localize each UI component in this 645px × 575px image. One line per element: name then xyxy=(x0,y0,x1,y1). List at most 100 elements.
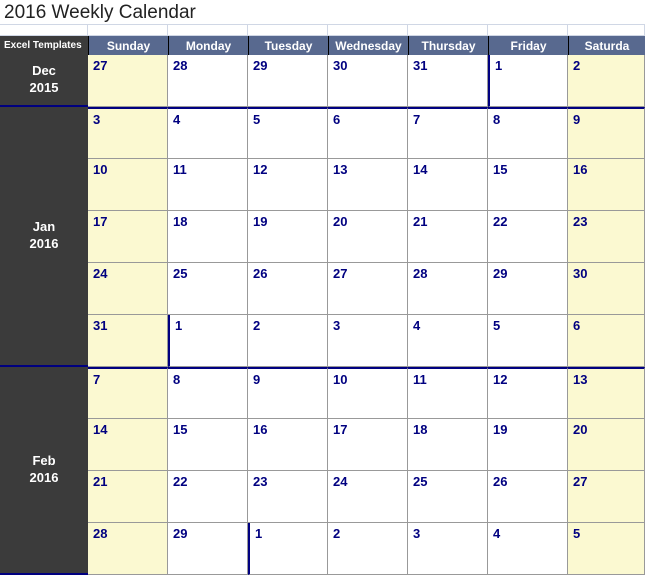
month-label: Feb2016 xyxy=(0,367,88,575)
month-label: Jan2016 xyxy=(0,107,88,367)
day-cell[interactable]: 4 xyxy=(488,523,568,575)
day-cell[interactable]: 3 xyxy=(328,315,408,367)
day-header: Tuesday xyxy=(248,36,328,55)
day-cell[interactable]: 4 xyxy=(168,107,248,159)
day-cell[interactable]: 1 xyxy=(488,55,568,107)
day-cell[interactable]: 19 xyxy=(488,419,568,471)
month-name: Jan xyxy=(33,219,55,236)
day-cell[interactable]: 25 xyxy=(168,263,248,315)
day-cell[interactable]: 21 xyxy=(408,211,488,263)
day-cell[interactable]: 6 xyxy=(568,315,645,367)
day-cell[interactable]: 30 xyxy=(328,55,408,107)
day-cell[interactable]: 25 xyxy=(408,471,488,523)
week-row: 78910111213 xyxy=(88,367,645,419)
day-cell[interactable]: 16 xyxy=(248,419,328,471)
month-name: Dec xyxy=(32,63,56,80)
day-cell[interactable]: 1 xyxy=(248,523,328,575)
day-cell[interactable]: 27 xyxy=(88,55,168,107)
week-row: 21222324252627 xyxy=(88,471,645,523)
week-row: 282912345 xyxy=(88,523,645,575)
months-column: Dec2015Jan2016Feb2016 xyxy=(0,55,88,575)
corner-label: Excel Templates xyxy=(0,36,88,55)
day-cell[interactable]: 5 xyxy=(248,107,328,159)
day-header: Wednesday xyxy=(328,36,408,55)
day-cell[interactable]: 18 xyxy=(408,419,488,471)
day-cell[interactable]: 22 xyxy=(488,211,568,263)
month-label: Dec2015 xyxy=(0,55,88,107)
month-year: 2016 xyxy=(30,470,59,487)
header-row: Excel Templates Sunday Monday Tuesday We… xyxy=(0,36,645,55)
day-cell[interactable]: 17 xyxy=(88,211,168,263)
weeks-grid: 2728293031123456789101112131415161718192… xyxy=(88,55,645,575)
day-cell[interactable]: 11 xyxy=(408,367,488,419)
day-cell[interactable]: 19 xyxy=(248,211,328,263)
day-cell[interactable]: 9 xyxy=(248,367,328,419)
gridline-row xyxy=(0,24,645,36)
day-cell[interactable]: 3 xyxy=(408,523,488,575)
day-cell[interactable]: 5 xyxy=(488,315,568,367)
day-header: Monday xyxy=(168,36,248,55)
day-cell[interactable]: 29 xyxy=(248,55,328,107)
month-name: Feb xyxy=(32,453,55,470)
day-cell[interactable]: 3 xyxy=(88,107,168,159)
day-cell[interactable]: 10 xyxy=(328,367,408,419)
day-cell[interactable]: 27 xyxy=(568,471,645,523)
day-cell[interactable]: 20 xyxy=(328,211,408,263)
day-cell[interactable]: 26 xyxy=(488,471,568,523)
day-cell[interactable]: 8 xyxy=(168,367,248,419)
day-cell[interactable]: 26 xyxy=(248,263,328,315)
day-header: Thursday xyxy=(408,36,488,55)
week-row: 3456789 xyxy=(88,107,645,159)
day-header: Sunday xyxy=(88,36,168,55)
day-cell[interactable]: 12 xyxy=(248,159,328,211)
week-row: 17181920212223 xyxy=(88,211,645,263)
day-cell[interactable]: 28 xyxy=(408,263,488,315)
day-cell[interactable]: 15 xyxy=(168,419,248,471)
day-cell[interactable]: 30 xyxy=(568,263,645,315)
day-cell[interactable]: 11 xyxy=(168,159,248,211)
day-cell[interactable]: 13 xyxy=(328,159,408,211)
day-cell[interactable]: 1 xyxy=(168,315,248,367)
day-cell[interactable]: 2 xyxy=(328,523,408,575)
day-cell[interactable]: 29 xyxy=(488,263,568,315)
day-cell[interactable]: 8 xyxy=(488,107,568,159)
day-cell[interactable]: 23 xyxy=(248,471,328,523)
day-cell[interactable]: 28 xyxy=(168,55,248,107)
day-cell[interactable]: 24 xyxy=(88,263,168,315)
day-cell[interactable]: 5 xyxy=(568,523,645,575)
day-cell[interactable]: 14 xyxy=(88,419,168,471)
day-cell[interactable]: 14 xyxy=(408,159,488,211)
day-cell[interactable]: 15 xyxy=(488,159,568,211)
day-cell[interactable]: 20 xyxy=(568,419,645,471)
day-cell[interactable]: 22 xyxy=(168,471,248,523)
day-cell[interactable]: 24 xyxy=(328,471,408,523)
month-year: 2015 xyxy=(30,80,59,97)
day-cell[interactable]: 12 xyxy=(488,367,568,419)
week-row: 14151617181920 xyxy=(88,419,645,471)
page-title: 2016 Weekly Calendar xyxy=(0,0,645,24)
day-cell[interactable]: 16 xyxy=(568,159,645,211)
week-row: 10111213141516 xyxy=(88,159,645,211)
day-cell[interactable]: 29 xyxy=(168,523,248,575)
day-cell[interactable]: 7 xyxy=(88,367,168,419)
day-cell[interactable]: 4 xyxy=(408,315,488,367)
day-header: Saturda xyxy=(568,36,645,55)
day-cell[interactable]: 28 xyxy=(88,523,168,575)
day-cell[interactable]: 27 xyxy=(328,263,408,315)
day-cell[interactable]: 31 xyxy=(88,315,168,367)
month-year: 2016 xyxy=(30,236,59,253)
day-cell[interactable]: 13 xyxy=(568,367,645,419)
day-cell[interactable]: 23 xyxy=(568,211,645,263)
day-cell[interactable]: 2 xyxy=(248,315,328,367)
day-cell[interactable]: 17 xyxy=(328,419,408,471)
day-cell[interactable]: 9 xyxy=(568,107,645,159)
week-row: 272829303112 xyxy=(88,55,645,107)
day-cell[interactable]: 7 xyxy=(408,107,488,159)
day-cell[interactable]: 18 xyxy=(168,211,248,263)
day-cell[interactable]: 31 xyxy=(408,55,488,107)
day-cell[interactable]: 6 xyxy=(328,107,408,159)
day-cell[interactable]: 21 xyxy=(88,471,168,523)
day-cell[interactable]: 10 xyxy=(88,159,168,211)
day-header: Friday xyxy=(488,36,568,55)
day-cell[interactable]: 2 xyxy=(568,55,645,107)
